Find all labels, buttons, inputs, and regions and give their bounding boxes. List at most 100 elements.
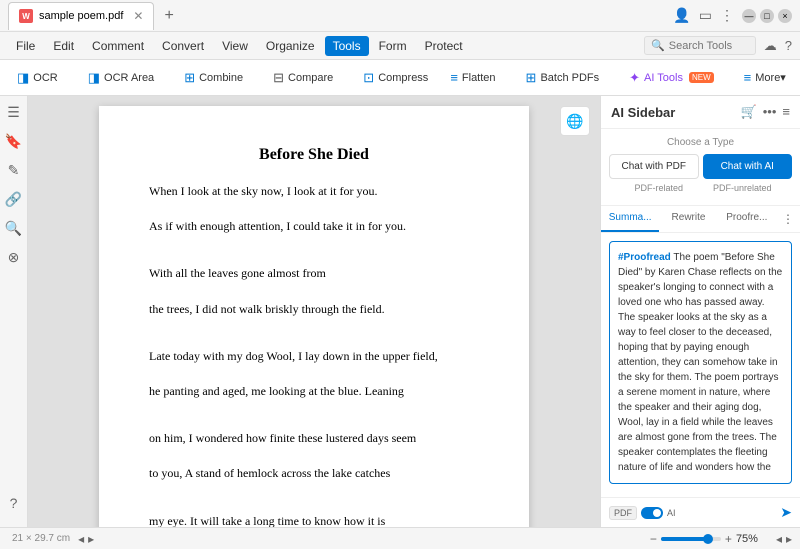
ai-input-bar: PDF AI ➤ — [601, 497, 800, 527]
sidebar-search-icon[interactable]: 🔍 — [5, 220, 22, 237]
tab-close-button[interactable]: ✕ — [133, 9, 143, 23]
main-area: ☰ 🔖 ✎ 🔗 🔍 ⊗ ? 🌐 Before She Died When I l… — [0, 96, 800, 527]
pdf-line-8: to you, A stand of hemlock across the la… — [149, 464, 479, 483]
batch-pdfs-button[interactable]: ⊞ Batch PDFs — [517, 65, 609, 91]
prev-page-button[interactable]: ◂ — [78, 532, 84, 546]
dimensions-text: 21 × 29.7 cm — [12, 533, 70, 544]
ocr-area-button[interactable]: ◨ OCR Area — [79, 65, 163, 91]
combine-button[interactable]: ⊞ Combine — [175, 65, 252, 91]
ai-tools-icon: ✦ — [629, 70, 640, 86]
sidebar-bookmarks-icon[interactable]: 🔖 — [5, 133, 22, 150]
menu-protect[interactable]: Protect — [417, 36, 471, 56]
zoom-in-button[interactable]: + — [725, 532, 732, 546]
ai-text-box: #Proofread The poem "Before She Died" by… — [609, 241, 792, 484]
menu-file[interactable]: File — [8, 36, 43, 56]
cart-icon[interactable]: 🛒 — [741, 104, 757, 120]
ai-content: #Proofread The poem "Before She Died" by… — [601, 233, 800, 497]
cloud-icon[interactable]: ☁ — [764, 38, 777, 54]
menu-edit[interactable]: Edit — [45, 36, 82, 56]
profile-icon[interactable]: 👤 — [673, 7, 690, 24]
menu-form[interactable]: Form — [371, 36, 415, 56]
zoom-controls: − + 75% — [650, 532, 768, 546]
compare-button[interactable]: ⊟ Compare — [264, 65, 342, 91]
more-label: More▾ — [755, 71, 786, 84]
help-icon[interactable]: ? — [785, 38, 792, 53]
tab-proofread[interactable]: Proofrе... — [718, 206, 776, 232]
pdf-related-label: PDF-related — [617, 183, 701, 193]
menu-view[interactable]: View — [214, 36, 256, 56]
next-page-button[interactable]: ▸ — [88, 532, 94, 546]
menu-organize[interactable]: Organize — [258, 36, 323, 56]
sidebar-layers-icon[interactable]: ⊗ — [8, 249, 20, 266]
sidebar-thumbnails-icon[interactable]: ☰ — [7, 104, 20, 121]
app-tab[interactable]: W sample poem.pdf ✕ — [8, 2, 154, 30]
more-button[interactable]: ≡ More▾ — [735, 65, 795, 90]
toolbar: ◨ OCR ◨ OCR Area ⊞ Combine ⊟ Compare ⊡ C… — [0, 60, 800, 96]
compress-label: Compress — [378, 72, 428, 84]
pdf-line-7: on him, I wondered how finite these lust… — [149, 429, 479, 448]
compress-button[interactable]: ⊡ Compress — [354, 65, 437, 91]
pdf-line-4: the trees, I did not walk briskly throug… — [149, 300, 479, 319]
ocr-button[interactable]: ◨ OCR — [8, 65, 67, 91]
pdf-viewer: 🌐 Before She Died When I look at the sky… — [28, 96, 600, 527]
ai-sidebar-title: AI Sidebar — [611, 105, 735, 120]
window-controls: — □ × — [742, 9, 792, 23]
pdf-line-6: he panting and aged, me looking at the b… — [149, 382, 479, 401]
ai-tools-button[interactable]: ✦ AI Tools NEW — [620, 65, 723, 91]
pdf-spacer-12 — [149, 500, 479, 512]
minimize-button[interactable]: — — [742, 9, 756, 23]
close-button[interactable]: × — [778, 9, 792, 23]
menu-comment[interactable]: Comment — [84, 36, 152, 56]
zoom-percent: 75% — [736, 533, 768, 545]
type-buttons: Chat with PDF Chat with AI — [609, 154, 792, 179]
translate-button[interactable]: 🌐 — [560, 106, 590, 136]
zoom-slider[interactable] — [661, 537, 721, 541]
new-tab-button[interactable]: + — [164, 7, 173, 25]
ai-tabs-more[interactable]: ⋮ — [776, 206, 800, 232]
compare-icon: ⊟ — [273, 70, 284, 86]
menu-convert[interactable]: Convert — [154, 36, 212, 56]
pdf-spacer-1 — [149, 205, 479, 217]
flatten-button[interactable]: ≡ Flatten — [441, 65, 504, 90]
pdf-spacer-4 — [149, 288, 479, 300]
send-button[interactable]: ➤ — [780, 504, 792, 521]
scroll-left-icon[interactable]: ◂ — [776, 532, 782, 546]
pdf-spacer-10 — [149, 452, 479, 464]
zoom-slider-thumb — [703, 534, 713, 544]
zoom-out-button[interactable]: − — [650, 532, 657, 546]
pdf-page: Before She Died When I look at the sky n… — [99, 106, 529, 527]
ai-header-icons: 🛒 ••• ≡ — [741, 104, 790, 120]
ai-label: AI — [667, 508, 676, 518]
ai-tools-label: AI Tools — [644, 72, 683, 84]
translate-icon: 🌐 — [566, 113, 583, 130]
chat-with-ai-button[interactable]: Chat with AI — [703, 154, 793, 179]
sidebar-comment-icon[interactable]: ✎ — [8, 162, 20, 179]
bottom-bar: 21 × 29.7 cm ◂ ▸ − + 75% ◂ ▸ — [0, 527, 800, 549]
menu-tools[interactable]: Tools — [325, 36, 369, 56]
ai-toggle[interactable] — [641, 507, 663, 519]
more-options-icon[interactable]: ••• — [763, 104, 777, 120]
pdf-spacer-2 — [149, 240, 479, 252]
settings-icon[interactable]: ≡ — [782, 104, 790, 120]
search-tools-input[interactable] — [669, 40, 749, 52]
options-icon[interactable]: ⋮ — [720, 7, 734, 24]
choose-type-section: Choose a Type Chat with PDF Chat with AI… — [601, 129, 800, 206]
compare-label: Compare — [288, 72, 333, 84]
pdf-title: Before She Died — [149, 146, 479, 164]
chat-with-pdf-button[interactable]: Chat with PDF — [609, 154, 699, 179]
ai-sidebar-header: AI Sidebar 🛒 ••• ≡ — [601, 96, 800, 129]
scroll-right-icon[interactable]: ▸ — [786, 532, 792, 546]
pdf-line-5: Late today with my dog Wool, I lay down … — [149, 347, 479, 366]
combine-label: Combine — [199, 72, 243, 84]
tab-rewrite[interactable]: Rewrite — [659, 206, 717, 232]
sidebar-help-icon[interactable]: ? — [10, 495, 18, 511]
title-bar-left: W sample poem.pdf ✕ + — [8, 2, 673, 30]
ocr-area-label: OCR Area — [104, 72, 154, 84]
combine-icon: ⊞ — [184, 70, 195, 86]
tab-summarize[interactable]: Summa... — [601, 206, 659, 232]
maximize-button[interactable]: □ — [760, 9, 774, 23]
pdf-tag-label: PDF — [609, 506, 637, 520]
sidebar-link-icon[interactable]: 🔗 — [5, 191, 22, 208]
layout-icon[interactable]: ▭ — [699, 7, 712, 24]
batch-pdfs-icon: ⊞ — [526, 70, 537, 86]
